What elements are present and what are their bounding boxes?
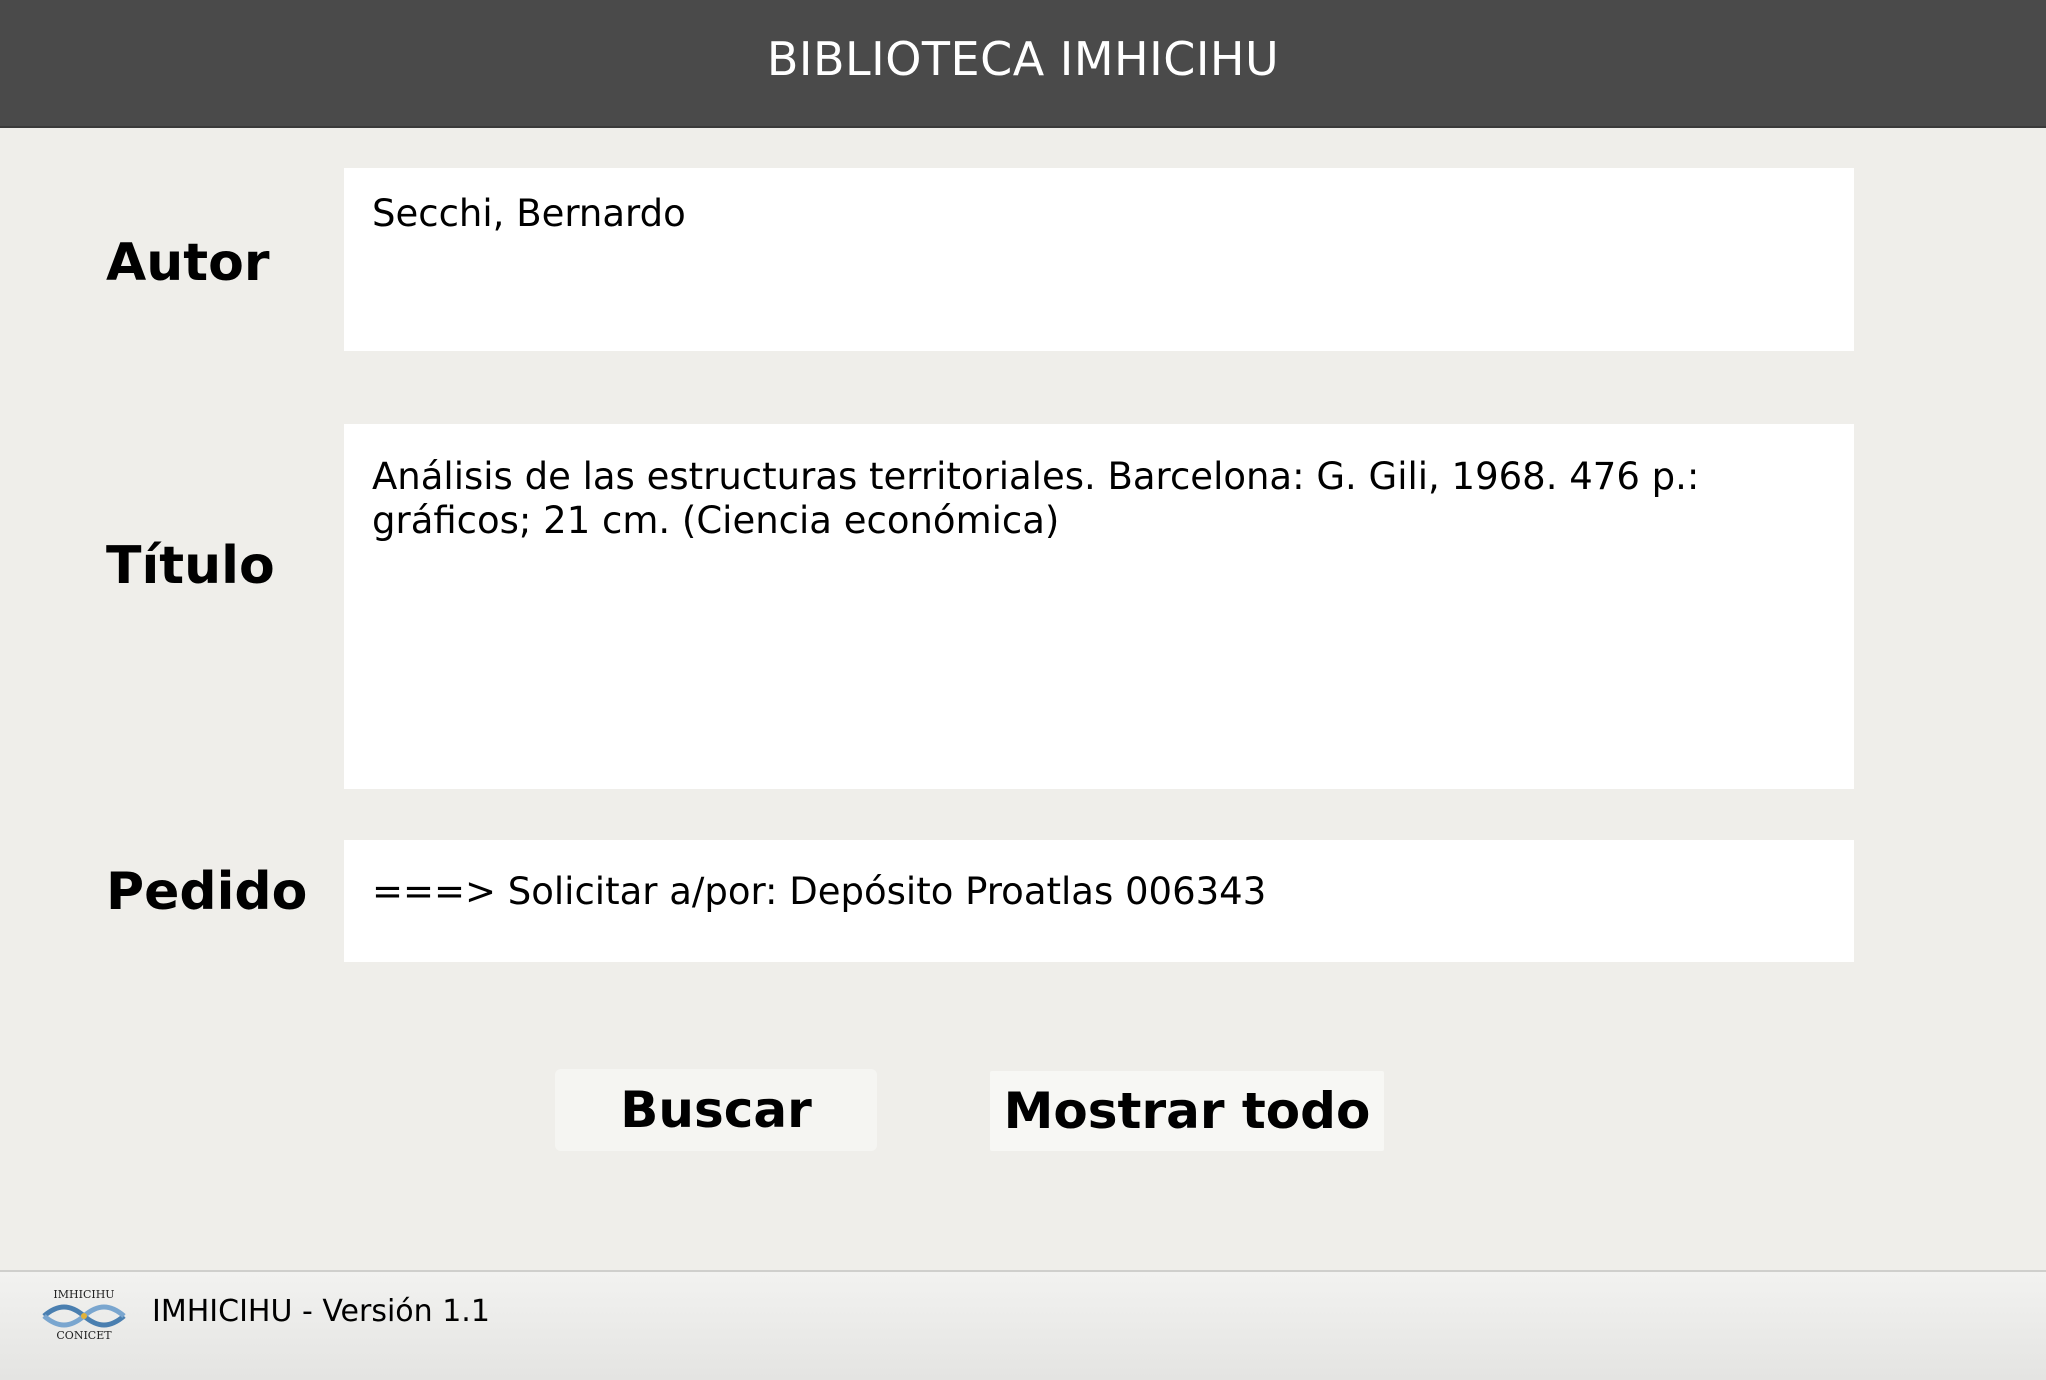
app-header: BIBLIOTECA IMHICIHU	[0, 0, 2046, 128]
logo-bottom-text: CONICET	[56, 1329, 112, 1342]
footer-bar: IMHICIHU CONICET IMHICIHU - Versión 1.1	[0, 1270, 2046, 1380]
logo-top-text: IMHICIHU	[53, 1288, 114, 1301]
autor-value: Secchi, Bernardo	[372, 192, 686, 235]
titulo-field[interactable]: Análisis de las estructuras territoriale…	[344, 424, 1854, 789]
autor-field[interactable]: Secchi, Bernardo	[344, 168, 1854, 351]
pedido-value: ===> Solicitar a/por: Depósito Proatlas …	[372, 870, 1267, 913]
mostrar-todo-button[interactable]: Mostrar todo	[990, 1071, 1384, 1151]
buscar-button[interactable]: Buscar	[555, 1069, 877, 1151]
pedido-field[interactable]: ===> Solicitar a/por: Depósito Proatlas …	[344, 840, 1854, 962]
autor-label: Autor	[106, 233, 270, 293]
titulo-value: Análisis de las estructuras territoriale…	[372, 455, 1700, 542]
pedido-label: Pedido	[106, 862, 308, 922]
titulo-label: Título	[106, 536, 275, 596]
imhicihu-conicet-logo-icon: IMHICIHU CONICET	[42, 1288, 126, 1342]
app-title: BIBLIOTECA IMHICIHU	[766, 32, 1280, 86]
version-text: IMHICIHU - Versión 1.1	[152, 1294, 490, 1329]
